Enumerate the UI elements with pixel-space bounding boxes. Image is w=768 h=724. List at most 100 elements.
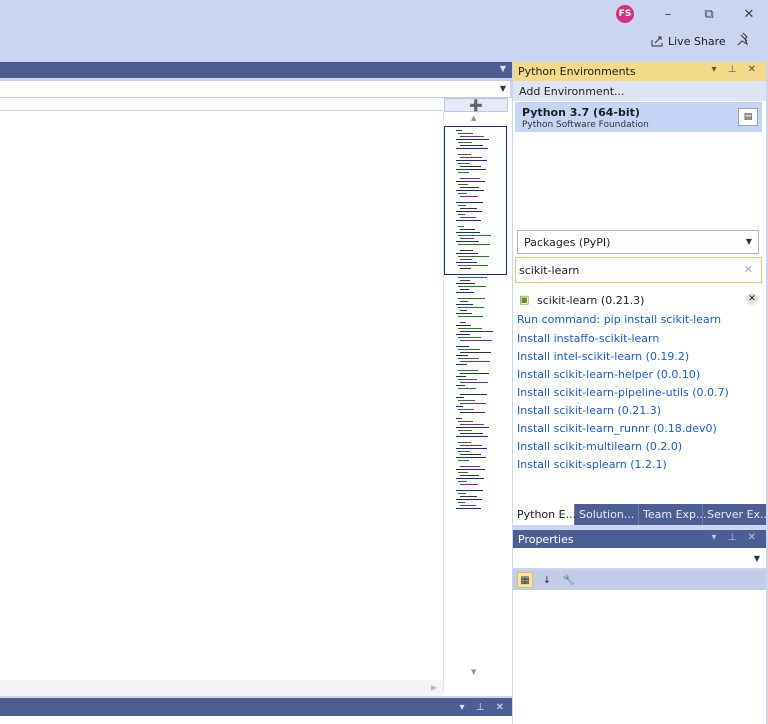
install-link[interactable]: Install scikit-learn-pipeline-utils (0.0… <box>517 386 729 399</box>
chevron-down-icon[interactable]: ▼ <box>500 84 506 93</box>
scroll-up-icon[interactable]: ▲ <box>471 114 476 122</box>
tab-team-explorer[interactable]: Team Exp... <box>639 504 707 525</box>
minimap-line <box>460 466 480 467</box>
minimap-line <box>458 205 466 206</box>
minimap-line <box>456 313 472 314</box>
minimap-line <box>456 499 482 500</box>
python-environments-header: Python Environments ▾ ⊥ ✕ <box>513 62 766 81</box>
live-share-button[interactable]: Live Share <box>650 32 726 50</box>
minimap-line <box>460 505 476 506</box>
minimap-line <box>458 316 483 317</box>
minimap-line <box>460 331 493 332</box>
minimap-line <box>460 433 483 434</box>
minimap-line <box>456 181 485 182</box>
horizontal-scrollbar[interactable]: ▶ <box>0 680 443 696</box>
minimap-line <box>456 457 486 458</box>
minimap-line <box>458 193 467 194</box>
minimap-line <box>460 340 492 341</box>
overview-icon[interactable]: ▤ <box>738 108 758 126</box>
environment-publisher: Python Software Foundation <box>522 120 649 130</box>
minimap-line <box>456 283 475 284</box>
minimap-line <box>456 274 476 275</box>
install-link[interactable]: Install scikit-splearn (1.2.1) <box>517 458 667 471</box>
categorized-icon[interactable]: ▦ <box>517 572 533 588</box>
minimap-line <box>458 298 485 299</box>
minimap-line <box>458 379 477 380</box>
installed-package-row[interactable]: ▣ scikit-learn (0.21.3) ✕ <box>519 292 760 308</box>
editor-tab-strip: ▼ <box>0 62 512 78</box>
install-link[interactable]: Install scikit-learn (0.21.3) <box>517 404 661 417</box>
alphabetical-icon[interactable]: ↓ <box>539 572 555 588</box>
minimap-line <box>456 304 473 305</box>
environment-item[interactable]: Python 3.7 (64-bit) Python Software Foun… <box>515 102 762 132</box>
panel-controls[interactable]: ▾ ⊥ ✕ <box>712 532 760 543</box>
property-pages-icon[interactable]: 🔧 <box>561 572 577 588</box>
minimap-line <box>456 448 487 449</box>
minimap-line <box>458 400 475 401</box>
minimap-line <box>460 403 486 404</box>
minimap-line <box>458 214 465 215</box>
minimap-line <box>456 292 474 293</box>
minimap-line <box>456 253 478 254</box>
minimap-line <box>458 226 464 227</box>
minimap-line <box>460 229 475 230</box>
minimap-line <box>458 370 478 371</box>
minimap-line <box>456 376 466 377</box>
install-link[interactable]: Install intel-scikit-learn (0.19.2) <box>517 350 689 363</box>
minimize-button[interactable]: – <box>656 4 680 24</box>
tab-solution-explorer[interactable]: Solution... <box>575 504 639 525</box>
minimap-line <box>458 409 474 410</box>
install-link[interactable]: Install scikit-learn_runnr (0.18.dev0) <box>517 422 717 435</box>
restore-button[interactable]: ⧉ <box>697 4 721 24</box>
panel-controls[interactable]: ▾ ⊥ ✕ <box>460 702 508 713</box>
minimap-line <box>456 220 481 221</box>
minimap-line <box>460 289 469 290</box>
install-link[interactable]: Install instaffo-scikit-learn <box>517 332 659 345</box>
minimap-line <box>458 265 488 266</box>
minimap-line <box>460 454 481 455</box>
panel-controls[interactable]: ▾ ⊥ ✕ <box>712 64 760 75</box>
minimap-line <box>460 208 477 209</box>
minimap[interactable]: ▲ ▼ <box>443 112 512 692</box>
minimap-line <box>456 262 477 263</box>
minimap-line <box>460 322 466 323</box>
install-link[interactable]: Install scikit-multilearn (0.2.0) <box>517 440 682 453</box>
package-search-input[interactable] <box>519 263 719 277</box>
clear-icon[interactable]: ✕ <box>744 263 753 276</box>
split-window-button[interactable]: ➕ <box>444 98 508 112</box>
add-environment-button[interactable]: Add Environment... <box>513 81 766 101</box>
scroll-down-icon[interactable]: ▼ <box>471 668 476 676</box>
minimap-line <box>458 349 480 350</box>
feedback-icon[interactable] <box>734 31 754 49</box>
properties-toolbar: ▦ ↓ 🔧 <box>513 570 766 590</box>
tab-python-environments[interactable]: Python E... <box>513 504 576 525</box>
minimap-line <box>456 418 462 419</box>
minimap-line <box>458 430 472 431</box>
minimap-line <box>458 244 490 245</box>
install-link[interactable]: Install scikit-learn-helper (0.0.10) <box>517 368 700 381</box>
minimap-line <box>460 424 484 425</box>
minimap-line <box>458 460 469 461</box>
uninstall-icon[interactable]: ✕ <box>746 293 758 305</box>
properties-object-dropdown[interactable]: ▼ <box>513 548 766 568</box>
packages-dropdown[interactable]: Packages (PyPI) ▼ <box>517 230 759 254</box>
run-command-link[interactable]: Run command: pip install scikit-learn <box>517 313 721 326</box>
chevron-down-icon[interactable]: ▼ <box>500 64 506 73</box>
minimap-line <box>458 184 468 185</box>
minimap-line <box>456 325 471 326</box>
account-avatar[interactable]: FS <box>616 5 634 23</box>
code-editor[interactable] <box>0 98 512 696</box>
minimap-line <box>460 484 478 485</box>
minimap-line <box>458 337 481 338</box>
package-search[interactable]: ✕ <box>515 257 762 283</box>
minimap-line <box>458 358 479 359</box>
minimap-line <box>460 412 485 413</box>
close-button[interactable]: ✕ <box>737 4 761 24</box>
minimap-line <box>456 427 489 428</box>
navigation-bar[interactable]: ▼ <box>0 80 510 98</box>
tab-server-explorer[interactable]: Server Ex... <box>703 504 768 525</box>
minimap-line <box>456 478 484 479</box>
scroll-right-icon[interactable]: ▶ <box>431 683 437 692</box>
share-icon <box>651 36 663 47</box>
chevron-down-icon: ▼ <box>753 554 760 563</box>
